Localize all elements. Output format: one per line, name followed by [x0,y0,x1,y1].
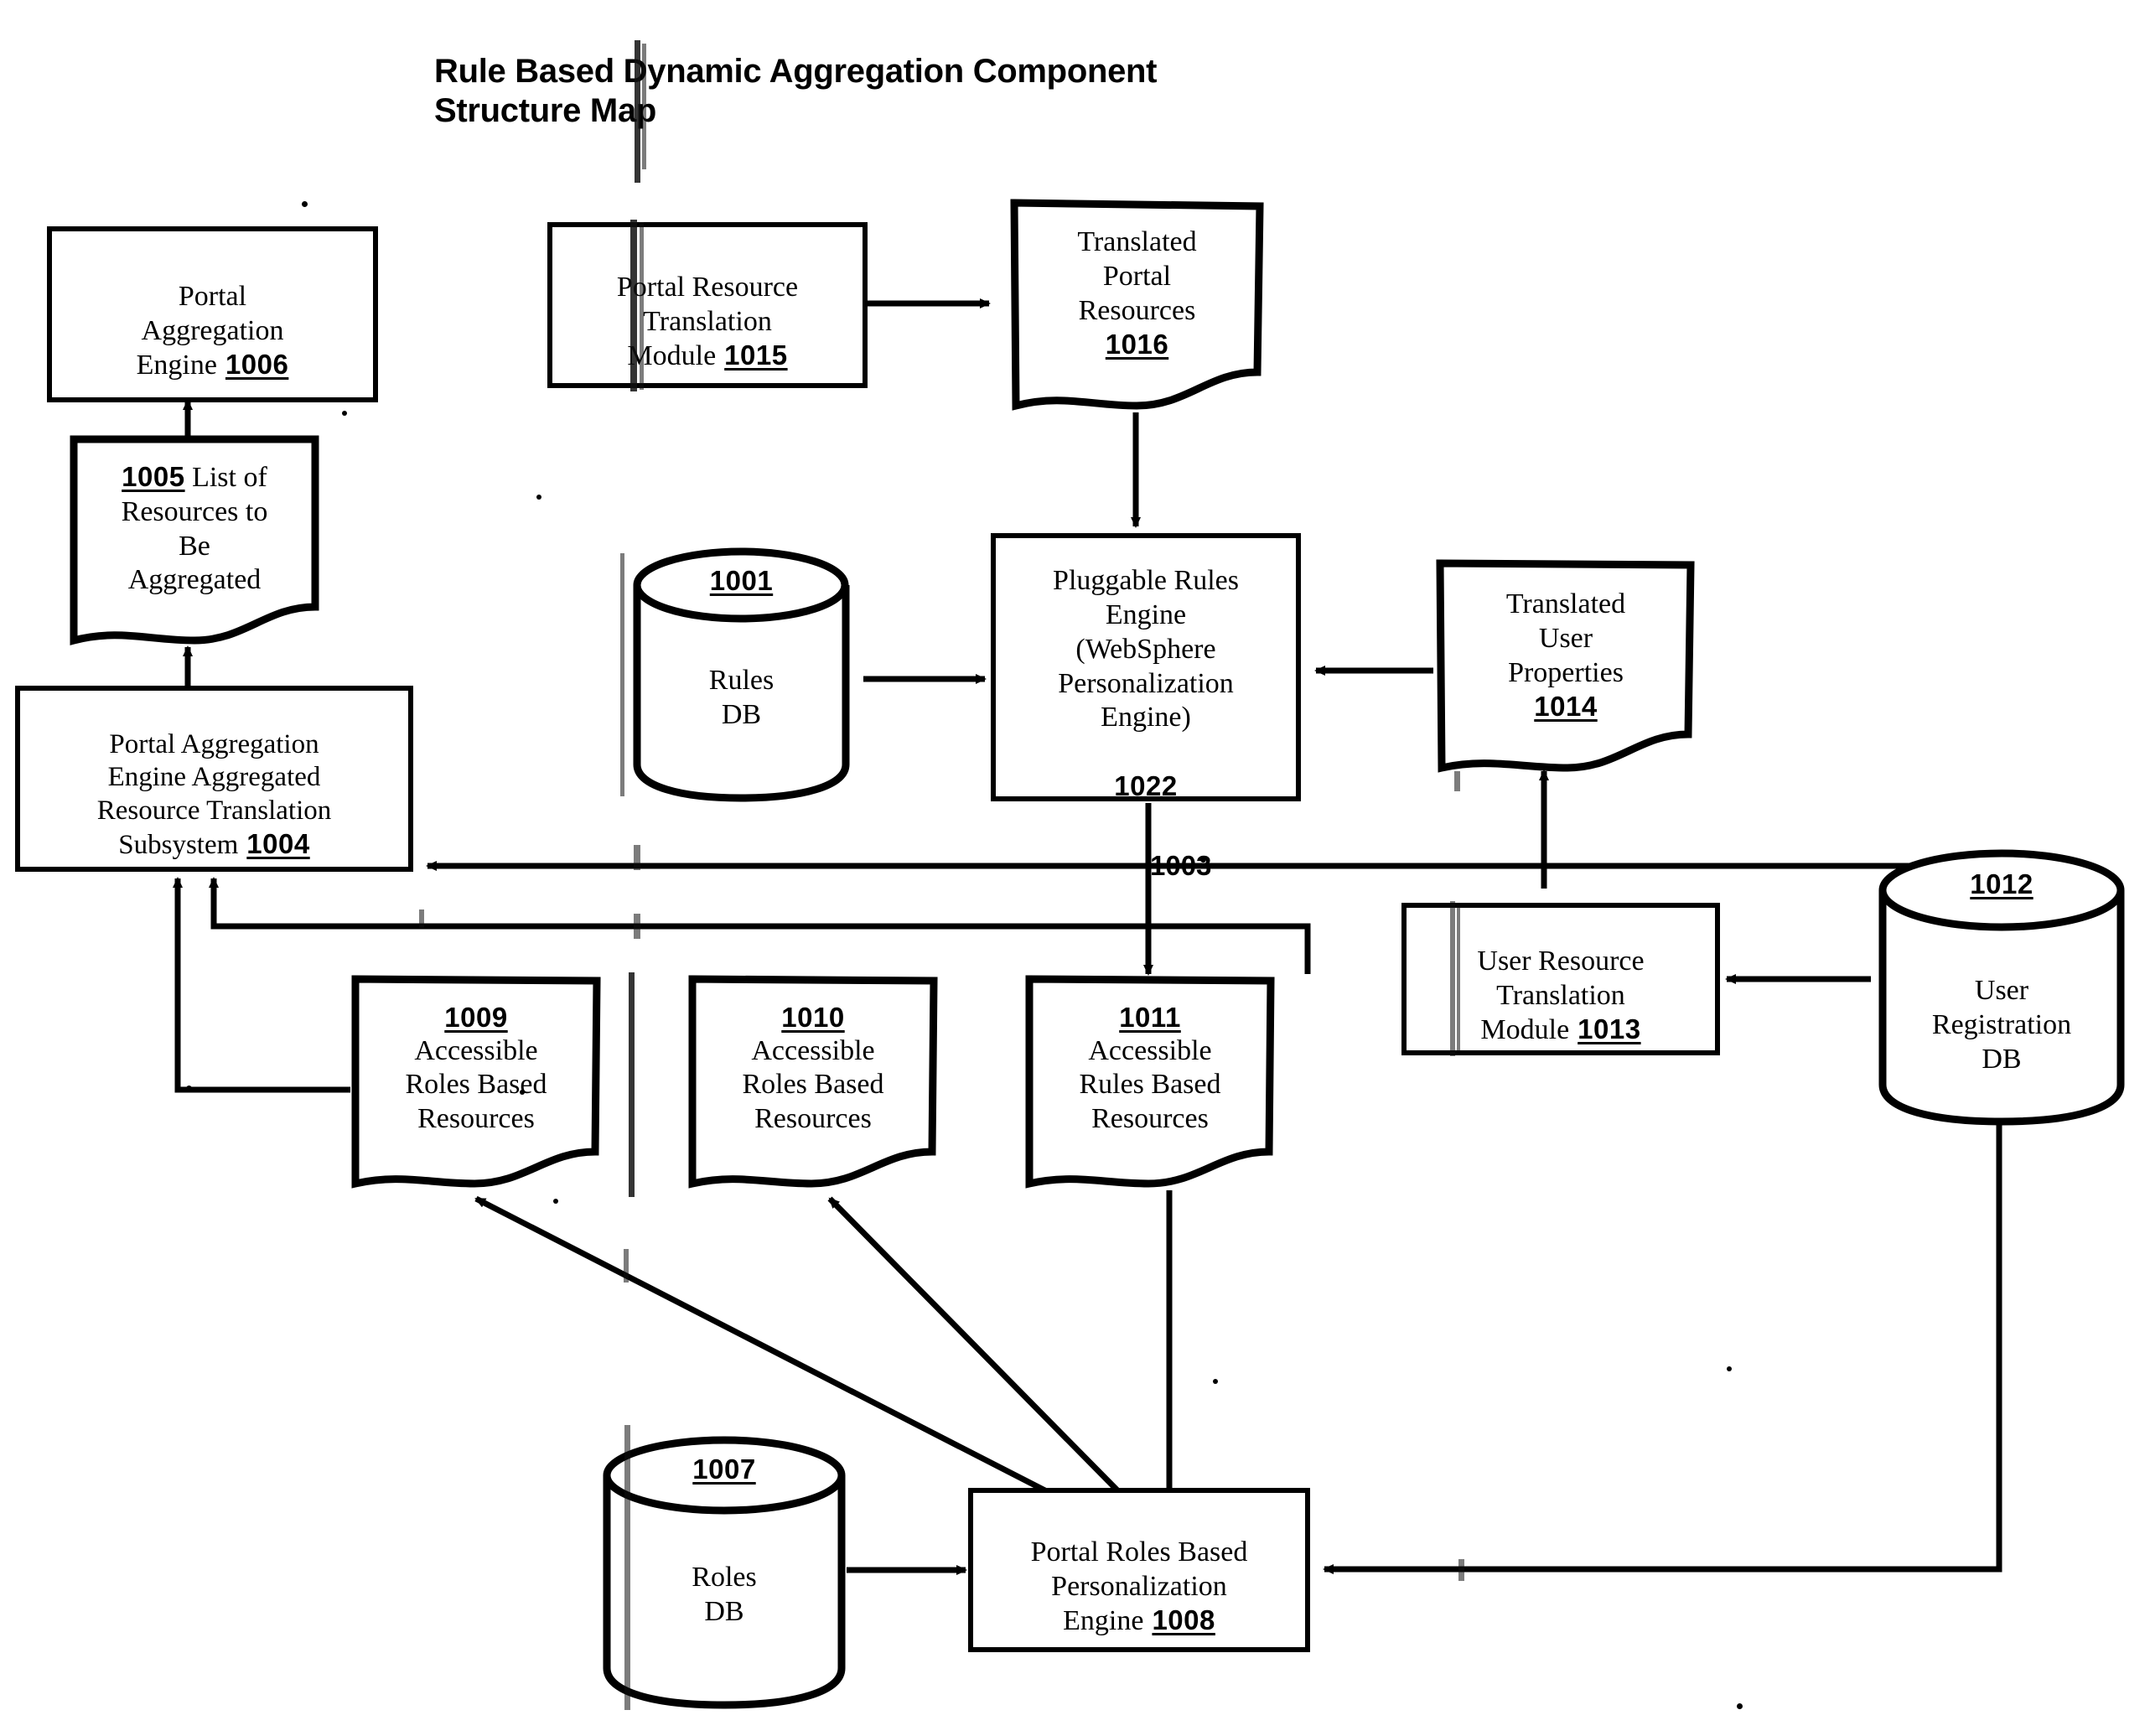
node-label: 1010 Accessible Roles Based Resources [742,1002,884,1135]
node-ref: 1016 [1105,329,1169,360]
node-translated-user-properties[interactable]: Translated User Properties 1014 [1435,558,1697,778]
scan-streak-icon [635,40,640,183]
scan-speck-icon [520,1090,525,1095]
node-ref: 1011 [1119,1002,1181,1033]
node-translated-portal-resources[interactable]: Translated Portal Resources 1016 [1009,198,1265,414]
node-ref: 1004 [246,828,310,860]
scan-speck-icon [1200,857,1206,863]
scan-speck-icon [342,411,347,416]
node-accessible-rules-based-resources-1011[interactable]: 1011 Accessible Rules Based Resources [1024,974,1276,1194]
node-aggregated-resource-translation-subsystem[interactable]: Portal Aggregation Engine Aggregated Res… [15,686,413,872]
node-rules-db[interactable]: 1001 Rules DB [630,547,852,803]
node-list-of-resources[interactable]: 1005 List of Resources to Be Aggregated [69,434,320,649]
node-ref: 1008 [1152,1604,1215,1636]
node-accessible-roles-based-resources-1010[interactable]: 1010 Accessible Roles Based Resources [687,974,939,1194]
scan-streak-icon [634,914,640,939]
scan-streak-icon [624,1425,630,1710]
node-ref: 1022 [1114,770,1178,801]
node-user-registration-db[interactable]: 1012 User Registration DB [1876,848,2127,1128]
scan-speck-icon [1727,1366,1732,1371]
scan-speck-icon [186,1086,192,1091]
scan-streak-icon [1454,771,1460,791]
node-label: 1009 Accessible Roles Based Resources [405,1002,547,1135]
scan-streak-icon [1457,905,1460,1052]
node-label: Portal Aggregation Engine 1006 [136,280,289,381]
node-label: Pluggable Rules Engine (WebSphere Person… [1053,565,1239,801]
node-ref: 1006 [225,349,289,381]
node-ref: 1012 [1970,868,2033,899]
node-accessible-roles-based-resources-1009[interactable]: 1009 Accessible Roles Based Resources [350,974,602,1194]
node-ref: 1005 [122,460,185,492]
node-label: Portal Roles Based Personalization Engin… [1030,1536,1248,1637]
scan-streak-icon [630,220,637,391]
node-label: User Resource Translation Module 1013 [1477,945,1645,1046]
node-ref: 1015 [724,339,788,371]
node-label: 1005 List of Resources to Be Aggregated [121,460,268,596]
node-ref: 1013 [1578,1013,1641,1045]
node-label: Translated User Properties 1014 [1505,588,1626,723]
node-label: User Registration DB [1931,975,2072,1075]
node-ref: 1010 [781,1002,845,1033]
scan-streak-icon [620,553,624,796]
node-label: 1011 Accessible Rules Based Resources [1079,1002,1221,1135]
node-label: Rules DB [708,665,775,730]
scan-streak-icon [634,845,640,870]
figure-title: Rule Based Dynamic Aggregation Component… [434,53,1158,130]
node-ref: 1007 [692,1454,756,1485]
node-portal-aggregation-engine[interactable]: Portal Aggregation Engine 1006 [47,226,378,402]
scan-speck-icon [553,1199,558,1204]
scan-streak-icon [624,1249,629,1283]
node-ref: 1001 [709,565,774,596]
ref-label-1003: 1003 [1150,850,1212,881]
node-pluggable-rules-engine[interactable]: Pluggable Rules Engine (WebSphere Person… [991,533,1301,801]
node-label: Translated Portal Resources 1016 [1077,226,1197,360]
node-portal-roles-based-personalization-engine[interactable]: Portal Roles Based Personalization Engin… [968,1488,1310,1652]
figure-canvas: Rule Based Dynamic Aggregation Component… [0,0,2150,1736]
node-roles-db[interactable]: 1007 Roles DB [600,1435,848,1712]
scan-streak-icon [419,909,424,928]
node-label: Portal Aggregation Engine Aggregated Res… [96,728,332,861]
node-ref: 1009 [444,1002,508,1033]
node-user-resource-translation-module[interactable]: User Resource Translation Module 1013 [1401,903,1720,1055]
scan-streak-icon [640,222,644,390]
scan-streak-icon [642,44,646,169]
node-label: Roles DB [692,1562,757,1627]
scan-speck-icon [1737,1703,1743,1709]
scan-speck-icon [302,201,308,207]
scan-streak-icon [1450,901,1455,1056]
scan-speck-icon [1213,1379,1218,1384]
scan-streak-icon [629,972,635,1197]
node-portal-resource-translation-module[interactable]: Portal Resource Translation Module 1015 [547,222,868,388]
node-ref: 1014 [1534,691,1598,723]
scan-streak-icon [1458,1559,1464,1581]
scan-speck-icon [536,495,541,500]
